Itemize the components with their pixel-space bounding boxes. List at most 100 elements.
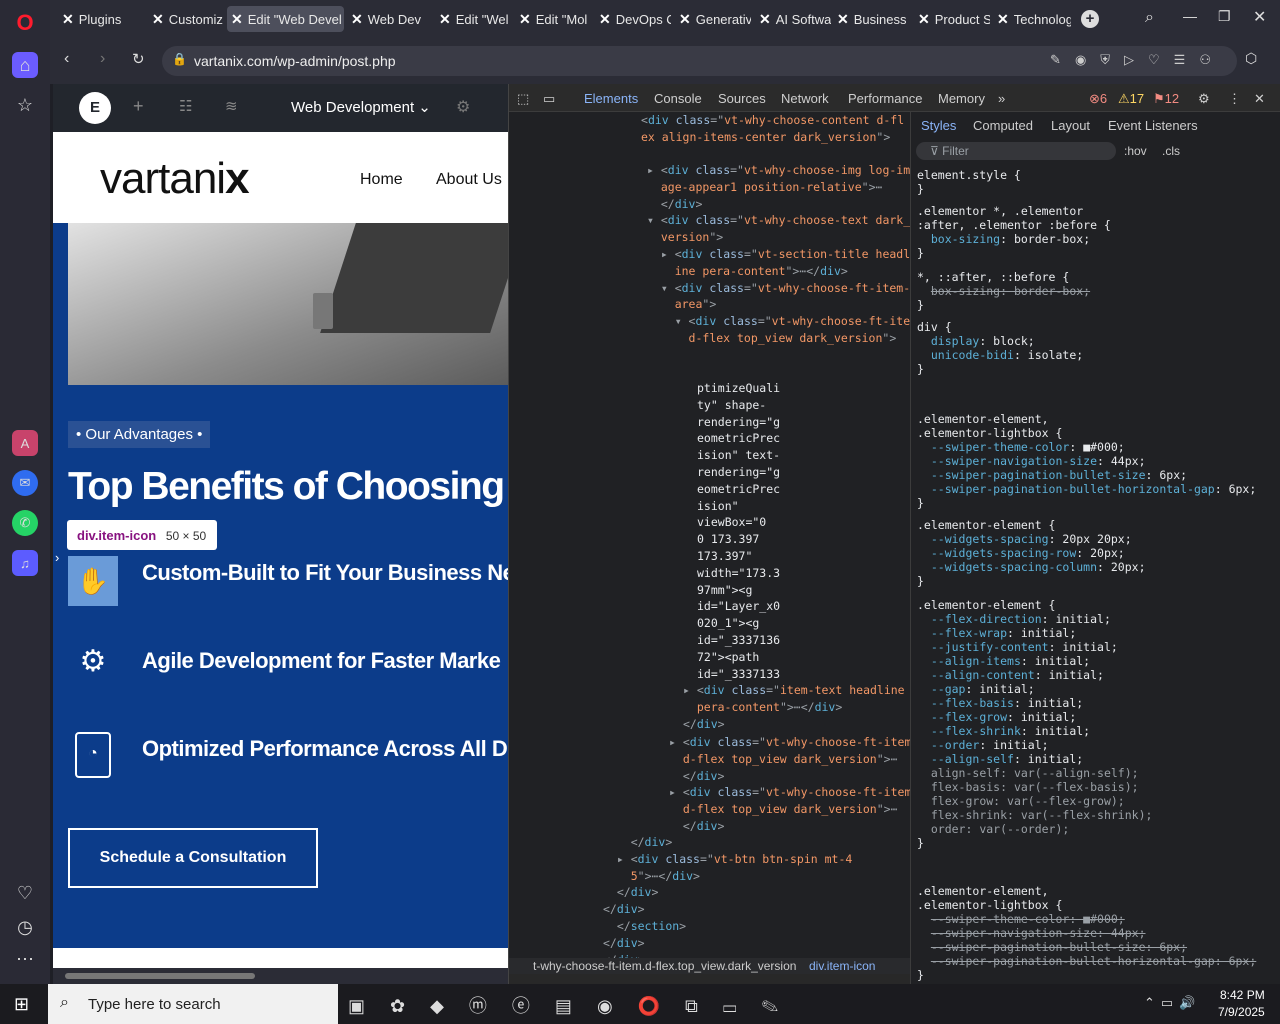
more-tabs-icon[interactable]: » xyxy=(998,91,1005,106)
cls-toggle[interactable]: .cls xyxy=(1162,144,1180,158)
history-icon[interactable]: ◷ xyxy=(12,914,38,940)
tab[interactable]: ✕ Business xyxy=(833,6,911,32)
tab[interactable]: ✕ Customiz xyxy=(148,6,224,32)
tab[interactable]: ✕ Edit "Mol xyxy=(515,6,591,32)
tab-active[interactable]: ✕ Edit "Web Devel xyxy=(227,6,344,32)
taskbar: ⊞ ⌕ Type here to search ▣✿◆ⓜⓔ▤◉⭕⧉▭✎ ⌃▭🔊 … xyxy=(0,984,1280,1024)
elementor-icon: ✕ xyxy=(837,10,849,27)
hero-image xyxy=(68,223,508,385)
cup-shape xyxy=(313,293,333,329)
home-icon[interactable]: ⌂ xyxy=(12,52,38,78)
elementor-icon: ✕ xyxy=(231,10,243,27)
tab-console[interactable]: Console xyxy=(654,91,702,106)
styles-pane: Styles Computed Layout Event Listeners ⊽… xyxy=(910,112,1280,984)
lock-icon: 🔒 xyxy=(172,52,187,66)
opera-logo-icon[interactable]: O xyxy=(12,10,38,36)
device-toolbar-icon[interactable]: ▭ xyxy=(543,91,555,107)
tab-network[interactable]: Network xyxy=(781,91,829,106)
inspect-icon[interactable]: ⬚ xyxy=(517,91,529,107)
new-tab-button[interactable]: + xyxy=(1081,10,1099,28)
nav-home[interactable]: Home xyxy=(360,171,403,189)
page-horizontal-scrollbar[interactable] xyxy=(53,968,508,984)
heart-icon[interactable]: ♡ xyxy=(12,880,38,906)
tab[interactable]: ✕ Product S xyxy=(914,6,990,32)
tab[interactable]: ✕ DevOps C xyxy=(595,6,671,32)
devtools-toolbar: ⬚ ▭ Elements Console Sources Network Per… xyxy=(509,84,1280,112)
music-icon[interactable]: ♫ xyxy=(12,550,38,576)
aria-icon[interactable]: A xyxy=(12,430,38,456)
taskbar-apps[interactable]: ▣✿◆ⓜⓔ▤◉⭕⧉▭✎ xyxy=(348,992,803,1018)
close-devtools-icon[interactable]: ✕ xyxy=(1254,91,1265,107)
add-icon[interactable]: + xyxy=(133,96,144,117)
style-rule: *, ::after, ::before { box-sizing: borde… xyxy=(917,270,1091,312)
inspector-tooltip: div.item-icon 50 × 50 xyxy=(67,520,217,550)
breadcrumb-item[interactable]: t-why-choose-ft-item.d-flex.top_view.dar… xyxy=(533,959,796,973)
style-tab-styles[interactable]: Styles xyxy=(921,118,956,133)
tab[interactable]: ✕ Web Dev xyxy=(347,6,427,32)
whatsapp-icon[interactable]: ✆ xyxy=(12,510,38,536)
tab[interactable]: ✕ AI Softwa xyxy=(755,6,831,32)
dom-tree-code: </div> ▸ <div class="vt-btn btn-spin mt-… xyxy=(603,835,853,967)
advantages-badge: • Our Advantages • xyxy=(68,421,211,448)
search-tabs-icon[interactable]: ⌕ xyxy=(1145,9,1154,27)
forward-button[interactable]: › xyxy=(100,50,105,68)
search-icon: ⌕ xyxy=(60,994,69,1011)
settings-gear-icon[interactable]: ⚙ xyxy=(1198,91,1210,107)
tab-elements[interactable]: Elements xyxy=(584,91,638,106)
address-bar-row: ‹ › ↻ 🔒 vartanix.com/wp-admin/post.php ✎◉… xyxy=(50,38,1280,84)
tab[interactable]: ✕ Generativ xyxy=(675,6,751,32)
clock-date[interactable]: 7/9/2025 xyxy=(1218,1005,1265,1019)
tab[interactable]: ✕ Technolog xyxy=(993,6,1071,32)
elementor-icon: ✕ xyxy=(679,10,691,27)
style-tab-computed[interactable]: Computed xyxy=(973,118,1033,133)
elements-tree[interactable]: <div class="vt-why-choose-content d-fl e… xyxy=(509,112,910,974)
errors-badge[interactable]: ⊗6 xyxy=(1089,91,1107,107)
layers-icon[interactable]: ≋ xyxy=(225,97,238,115)
schedule-consultation-button[interactable]: Schedule a Consultation xyxy=(68,828,318,888)
puzzle-hand-icon: ✋ xyxy=(76,566,110,596)
extensions-icon[interactable]: ⬡ xyxy=(1245,50,1257,67)
nav-about[interactable]: About Us xyxy=(436,171,502,189)
elementor-logo-icon[interactable]: E xyxy=(79,92,111,124)
breadcrumb-item-current[interactable]: div.item-icon xyxy=(809,959,875,973)
kebab-menu-icon[interactable]: ⋮ xyxy=(1228,91,1241,107)
elementor-icon: ✕ xyxy=(599,10,611,27)
analytics-icon: ⚙ xyxy=(79,645,107,678)
style-rule: .elementor *, .elementor :after, .elemen… xyxy=(917,204,1111,260)
tab[interactable]: ✕ Edit "Wel xyxy=(435,6,511,32)
dom-tree-code: ▸ <div class="vt-why-choose-img log-im a… xyxy=(647,163,910,345)
style-rule: .elementor-element, .elementor-lightbox … xyxy=(917,412,1257,510)
gear-icon[interactable]: ⚙ xyxy=(456,97,470,117)
messenger-icon[interactable]: ✉ xyxy=(12,470,38,496)
close-window-button[interactable]: ✕ xyxy=(1253,7,1266,27)
url-field[interactable]: 🔒 vartanix.com/wp-admin/post.php ✎◉⛨▷♡☰⚇ xyxy=(162,46,1237,76)
styles-filter-input[interactable]: ⊽ Filter xyxy=(916,142,1116,160)
tab-memory[interactable]: Memory xyxy=(938,91,985,106)
more-icon[interactable]: ⋯ xyxy=(12,946,38,972)
back-button[interactable]: ‹ xyxy=(64,50,69,68)
reload-button[interactable]: ↻ xyxy=(132,50,145,68)
style-tab-event-listeners[interactable]: Event Listeners xyxy=(1108,118,1198,133)
toolbar-icons[interactable]: ✎◉⛨▷♡☰⚇ xyxy=(1050,52,1225,68)
warnings-badge[interactable]: ⚠17 xyxy=(1118,91,1144,107)
minimize-button[interactable]: — xyxy=(1183,8,1197,24)
tab-performance[interactable]: Performance xyxy=(848,91,922,106)
collapse-arrow[interactable]: › xyxy=(55,550,59,565)
windows-start-icon[interactable]: ⊞ xyxy=(14,994,29,1015)
speed-dial-icon[interactable]: ☆ xyxy=(12,92,38,118)
svg-attributes-code: ptimizeQuali ty" shape- rendering="g eom… xyxy=(697,381,781,681)
clock-time[interactable]: 8:42 PM xyxy=(1220,988,1265,1002)
issues-badge[interactable]: ⚑12 xyxy=(1153,91,1179,107)
maximize-button[interactable]: ❐ xyxy=(1218,8,1231,25)
hov-toggle[interactable]: :hov xyxy=(1124,144,1147,158)
tab[interactable]: ✕ Plugins xyxy=(58,6,144,32)
page-title-dropdown[interactable]: Web Development ⌄ xyxy=(291,98,431,116)
site-logo[interactable]: vartanix xyxy=(100,154,250,204)
system-tray-icons[interactable]: ⌃▭🔊 xyxy=(1144,995,1201,1011)
settings-sliders-icon[interactable]: ☷ xyxy=(179,97,192,115)
style-tab-layout[interactable]: Layout xyxy=(1051,118,1090,133)
dom-tree-code: <div class="vt-why-choose-content d-fl e… xyxy=(641,113,905,144)
dom-tree-code: ▸ <div class="item-text headline pera-co… xyxy=(683,683,905,731)
taskbar-search[interactable]: ⌕ Type here to search xyxy=(48,984,338,1024)
tab-sources[interactable]: Sources xyxy=(718,91,766,106)
